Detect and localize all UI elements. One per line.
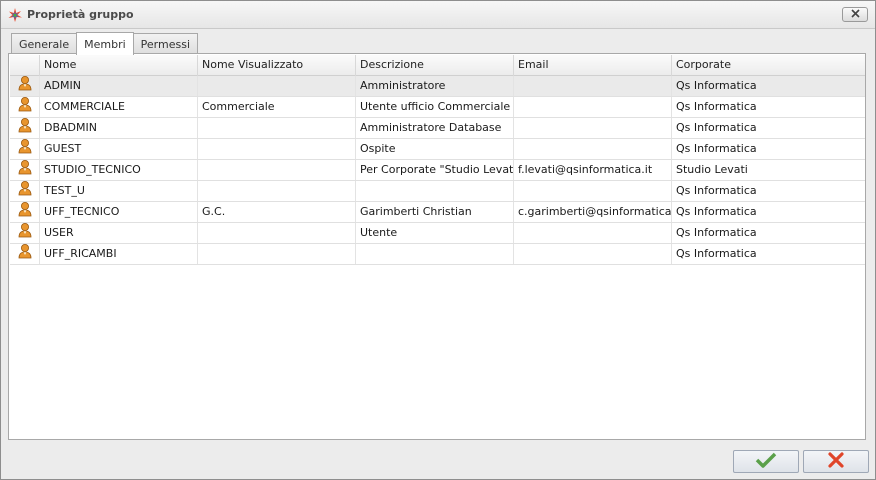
grid-header: Nome Nome Visualizzato Descrizione Email…: [10, 55, 865, 76]
row-icon-cell: [10, 202, 40, 222]
cell-email: [514, 223, 672, 243]
cell-nome-visualizzato: G.C.: [198, 202, 356, 222]
cell-corporate: Qs Informatica: [676, 205, 757, 218]
user-icon: [17, 160, 33, 180]
cell-nome: DBADMIN: [40, 118, 198, 138]
row-icon-cell: [10, 97, 40, 117]
cell-corporate: Qs Informatica: [676, 79, 757, 92]
user-icon: [17, 118, 33, 138]
header-nome[interactable]: Nome: [40, 55, 198, 76]
cross-icon: [828, 452, 844, 471]
tab-permessi[interactable]: Permessi: [132, 33, 199, 54]
tab-membri[interactable]: Membri: [76, 32, 134, 55]
cell-email: f.levati@qsinformatica.it: [514, 160, 672, 180]
table-row[interactable]: STUDIO_TECNICO Per Corporate "Studio Leva…: [10, 160, 865, 181]
cell-email: [514, 76, 672, 96]
row-icon-cell: [10, 139, 40, 159]
cell-nome-visualizzato: [198, 76, 356, 96]
cell-descrizione: Garimberti Christian: [356, 202, 514, 222]
grid-body: ADMIN Amministratore Qs Informatica COMMERC…: [10, 76, 865, 265]
cell-email: c.garimberti@qsinformatica.it: [514, 202, 672, 222]
table-row[interactable]: TEST_U Qs Informatica: [10, 181, 865, 202]
cell-nome: COMMERCIALE: [40, 97, 198, 117]
close-button[interactable]: [842, 7, 868, 22]
table-row[interactable]: UFF_TECNICO G.C. Garimberti Christian c.gar…: [10, 202, 865, 223]
user-icon: [17, 139, 33, 159]
cell-nome: TEST_U: [40, 181, 198, 201]
cell-descrizione: Amministratore Database: [356, 118, 514, 138]
cell-email: [514, 139, 672, 159]
cell-nome: GUEST: [40, 139, 198, 159]
cell-descrizione: Utente ufficio Commerciale: [356, 97, 514, 117]
cell-corporate: Qs Informatica: [676, 142, 757, 155]
cell-nome: USER: [40, 223, 198, 243]
cell-nome-visualizzato: [198, 181, 356, 201]
tab-generale[interactable]: Generale: [11, 33, 78, 54]
cell-email: [514, 118, 672, 138]
tab-strip: Generale Membri Permessi: [11, 32, 199, 55]
row-icon-cell: [10, 223, 40, 243]
cell-descrizione: [356, 181, 514, 201]
cell-corporate: Qs Informatica: [676, 121, 757, 134]
cell-descrizione: Amministratore: [356, 76, 514, 96]
cell-descrizione: Ospite: [356, 139, 514, 159]
table-row[interactable]: COMMERCIALE Commerciale Utente ufficio Com…: [10, 97, 865, 118]
user-icon: [17, 223, 33, 243]
cell-corporate: Qs Informatica: [676, 247, 757, 260]
cell-email: [514, 181, 672, 201]
cell-nome-visualizzato: Commerciale: [198, 97, 356, 117]
cell-nome: ADMIN: [40, 76, 198, 96]
cell-nome: UFF_TECNICO: [40, 202, 198, 222]
checkmark-icon: [755, 452, 777, 471]
user-icon: [17, 244, 33, 264]
dialog-window: Proprietà gruppo Generale Membri Permess…: [0, 0, 876, 480]
header-icon-column[interactable]: [10, 55, 40, 76]
ok-button[interactable]: [733, 450, 799, 473]
row-icon-cell: [10, 160, 40, 180]
row-icon-cell: [10, 118, 40, 138]
app-star-icon: [7, 7, 23, 23]
user-icon: [17, 202, 33, 222]
header-corporate[interactable]: Corporate: [672, 55, 865, 76]
cell-corporate: Qs Informatica: [676, 100, 757, 113]
window-title: Proprietà gruppo: [27, 8, 134, 21]
header-descrizione[interactable]: Descrizione: [356, 55, 514, 76]
members-grid: Nome Nome Visualizzato Descrizione Email…: [10, 55, 865, 265]
cancel-button[interactable]: [803, 450, 869, 473]
close-icon: [850, 8, 860, 21]
cell-descrizione: [356, 244, 514, 264]
table-row[interactable]: UFF_RICAMBI Qs Informatica: [10, 244, 865, 265]
cell-nome: UFF_RICAMBI: [40, 244, 198, 264]
user-icon: [17, 76, 33, 96]
user-icon: [17, 181, 33, 201]
cell-descrizione: Utente: [356, 223, 514, 243]
header-nome-visualizzato[interactable]: Nome Visualizzato: [198, 55, 356, 76]
row-icon-cell: [10, 76, 40, 96]
cell-descrizione: Per Corporate "Studio Levati": [356, 160, 514, 180]
cell-nome-visualizzato: [198, 118, 356, 138]
cell-nome: STUDIO_TECNICO: [40, 160, 198, 180]
row-icon-cell: [10, 181, 40, 201]
table-row[interactable]: ADMIN Amministratore Qs Informatica: [10, 76, 865, 97]
members-panel: Nome Nome Visualizzato Descrizione Email…: [8, 53, 866, 440]
table-row[interactable]: USER Utente Qs Informatica: [10, 223, 865, 244]
cell-nome-visualizzato: [198, 244, 356, 264]
cell-nome-visualizzato: [198, 139, 356, 159]
cell-corporate: Studio Levati: [676, 163, 748, 176]
cell-email: [514, 244, 672, 264]
cell-corporate: Qs Informatica: [676, 226, 757, 239]
user-icon: [17, 97, 33, 117]
table-row[interactable]: DBADMIN Amministratore Database Qs Informa…: [10, 118, 865, 139]
table-row[interactable]: GUEST Ospite Qs Informatica: [10, 139, 865, 160]
cell-nome-visualizzato: [198, 223, 356, 243]
cell-corporate: Qs Informatica: [676, 184, 757, 197]
cell-email: [514, 97, 672, 117]
row-icon-cell: [10, 244, 40, 264]
title-bar[interactable]: Proprietà gruppo: [1, 1, 875, 29]
header-email[interactable]: Email: [514, 55, 672, 76]
cell-nome-visualizzato: [198, 160, 356, 180]
